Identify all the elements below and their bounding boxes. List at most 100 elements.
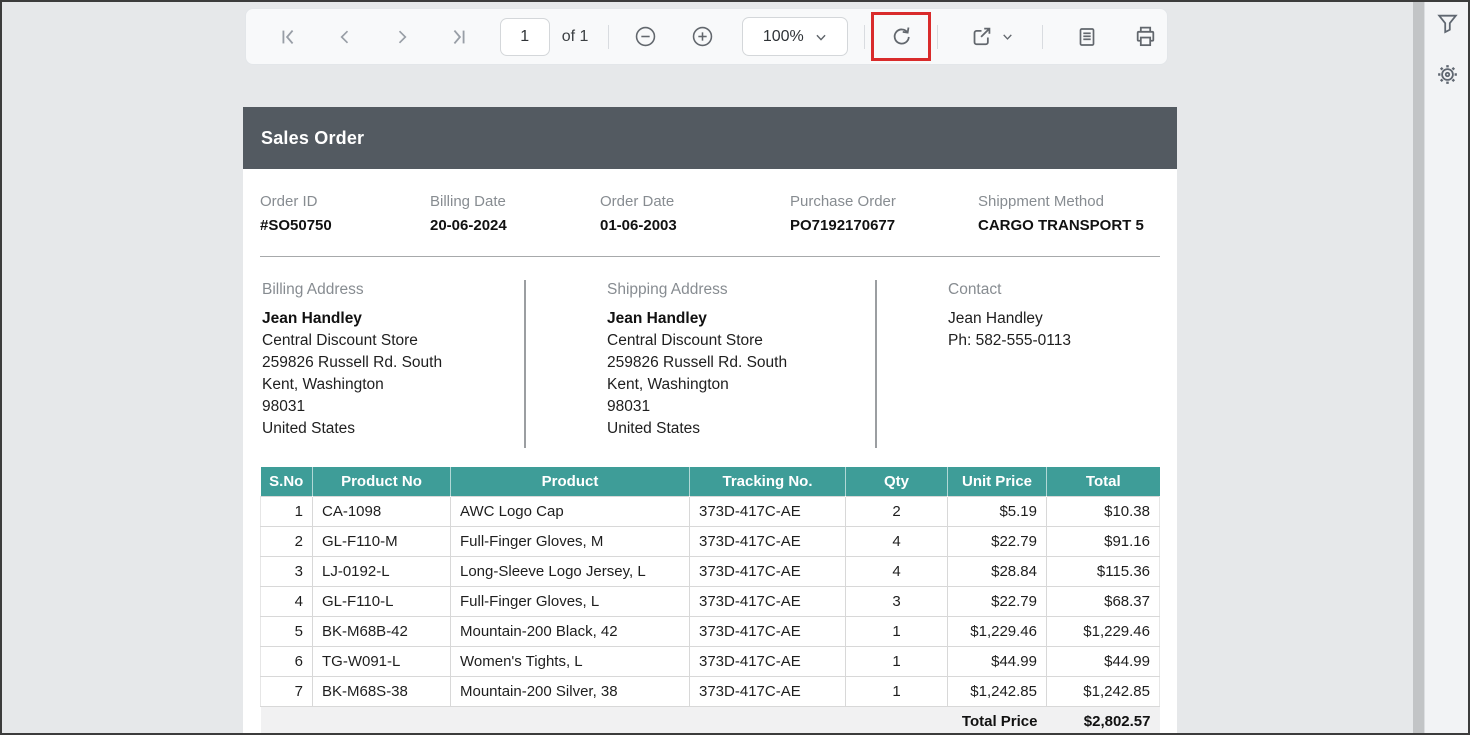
table-cell: CA-1098: [313, 496, 451, 526]
table-cell: $91.16: [1047, 526, 1160, 556]
table-cell: 3: [846, 586, 948, 616]
table-cell: $28.84: [948, 556, 1047, 586]
table-cell: 2: [261, 526, 313, 556]
table-cell: BK-M68B-42: [313, 616, 451, 646]
table-cell: 2: [846, 496, 948, 526]
table-row: 5BK-M68B-42Mountain-200 Black, 42373D-41…: [261, 616, 1160, 646]
purchase-order-field: Purchase Order PO7192170677: [790, 193, 896, 234]
export-button[interactable]: [958, 15, 1024, 59]
refresh-button[interactable]: [874, 15, 928, 59]
address-line: Central Discount Store: [607, 330, 787, 352]
section-heading: Shipping Address: [607, 281, 787, 299]
table-cell: 1: [846, 616, 948, 646]
zoom-in-button[interactable]: [680, 15, 724, 59]
gear-icon: [1435, 62, 1460, 87]
table-cell: LJ-0192-L: [313, 556, 451, 586]
first-page-button[interactable]: [266, 15, 310, 59]
table-cell: $1,229.46: [948, 616, 1047, 646]
contact-line: Jean Handley: [948, 308, 1071, 330]
table-cell: 1: [846, 646, 948, 676]
report-page: Sales Order Order ID #SO50750 Billing Da…: [243, 107, 1177, 735]
column-header: Product: [451, 467, 690, 496]
table-row: 2GL-F110-MFull-Finger Gloves, M373D-417C…: [261, 526, 1160, 556]
table-row: 6TG-W091-LWomen's Tights, L373D-417C-AE1…: [261, 646, 1160, 676]
text-view-button[interactable]: [1065, 15, 1109, 59]
table-cell: Women's Tights, L: [451, 646, 690, 676]
field-value: CARGO TRANSPORT 5: [978, 217, 1144, 234]
contact-block: Contact Jean Handley Ph: 582-555-0113: [948, 281, 1071, 352]
chevron-down-icon: [814, 30, 828, 44]
table-cell: Long-Sleeve Logo Jersey, L: [451, 556, 690, 586]
table-cell: $44.99: [1047, 646, 1160, 676]
table-cell: 373D-417C-AE: [690, 676, 846, 706]
address-line: Kent, Washington: [607, 374, 787, 396]
toolbar-divider: [937, 25, 938, 49]
export-icon: [969, 24, 994, 49]
table-row: 4GL-F110-LFull-Finger Gloves, L373D-417C…: [261, 586, 1160, 616]
chevron-left-icon: [335, 27, 355, 47]
table-cell: 7: [261, 676, 313, 706]
last-page-icon: [448, 26, 470, 48]
next-page-button[interactable]: [380, 15, 424, 59]
address-line: 259826 Russell Rd. South: [607, 352, 787, 374]
order-info-row: Order ID #SO50750 Billing Date 20-06-202…: [243, 193, 1177, 251]
table-cell: $44.99: [948, 646, 1047, 676]
shipping-address-block: Shipping Address Jean Handley Central Di…: [607, 281, 787, 440]
address-line: United States: [262, 418, 442, 440]
report-title: Sales Order: [261, 128, 364, 149]
filter-button[interactable]: [1425, 11, 1470, 36]
table-cell: Full-Finger Gloves, L: [451, 586, 690, 616]
chevron-down-icon: [1001, 30, 1014, 43]
address-line: United States: [607, 418, 787, 440]
table-cell: TG-W091-L: [313, 646, 451, 676]
zoom-level-select[interactable]: 100%: [742, 17, 848, 56]
address-line: Central Discount Store: [262, 330, 442, 352]
page-total-label: of 1: [562, 28, 589, 46]
zoom-level-value: 100%: [763, 28, 804, 46]
toolbar-divider: [1042, 25, 1043, 49]
filter-icon: [1435, 11, 1460, 36]
field-label: Shippment Method: [978, 193, 1144, 210]
field-value: 01-06-2003: [600, 217, 677, 234]
table-row: 7BK-M68S-38Mountain-200 Silver, 38373D-4…: [261, 676, 1160, 706]
field-label: Order Date: [600, 193, 677, 210]
table-cell: $5.19: [948, 496, 1047, 526]
zoom-out-button[interactable]: [623, 15, 667, 59]
column-header: Qty: [846, 467, 948, 496]
last-page-button[interactable]: [437, 15, 481, 59]
table-cell: 4: [261, 586, 313, 616]
right-side-rail: [1424, 0, 1470, 735]
table-cell: GL-F110-L: [313, 586, 451, 616]
table-cell: GL-F110-M: [313, 526, 451, 556]
horizontal-rule: [260, 256, 1160, 257]
toolbar-divider: [864, 25, 865, 49]
previous-page-button[interactable]: [323, 15, 367, 59]
table-row: 3LJ-0192-LLong-Sleeve Logo Jersey, L373D…: [261, 556, 1160, 586]
contact-name: Jean Handley: [262, 308, 442, 330]
report-title-bar: Sales Order: [243, 107, 1177, 169]
table-header-row: S.No Product No Product Tracking No. Qty…: [261, 467, 1160, 496]
table-cell: 373D-417C-AE: [690, 616, 846, 646]
address-line: 98031: [262, 396, 442, 418]
toolbar-divider: [608, 25, 609, 49]
page-number-input[interactable]: [500, 18, 550, 56]
field-value: PO7192170677: [790, 217, 896, 234]
vertical-scrollbar[interactable]: [1413, 0, 1424, 735]
print-icon: [1133, 24, 1158, 49]
billing-date-field: Billing Date 20-06-2024: [430, 193, 507, 234]
table-cell: 5: [261, 616, 313, 646]
table-cell: Full-Finger Gloves, M: [451, 526, 690, 556]
table-cell: $1,242.85: [1047, 676, 1160, 706]
print-button[interactable]: [1123, 15, 1167, 59]
field-value: #SO50750: [260, 217, 332, 234]
contact-name: Jean Handley: [607, 308, 787, 330]
table-cell: 1: [846, 676, 948, 706]
field-value: 20-06-2024: [430, 217, 507, 234]
table-cell: 4: [846, 526, 948, 556]
table-cell: Mountain-200 Silver, 38: [451, 676, 690, 706]
table-body: 1CA-1098AWC Logo Cap373D-417C-AE2$5.19$1…: [261, 496, 1160, 706]
table-cell: 373D-417C-AE: [690, 496, 846, 526]
order-id-field: Order ID #SO50750: [260, 193, 332, 234]
table-cell: 6: [261, 646, 313, 676]
settings-button[interactable]: [1425, 62, 1470, 87]
